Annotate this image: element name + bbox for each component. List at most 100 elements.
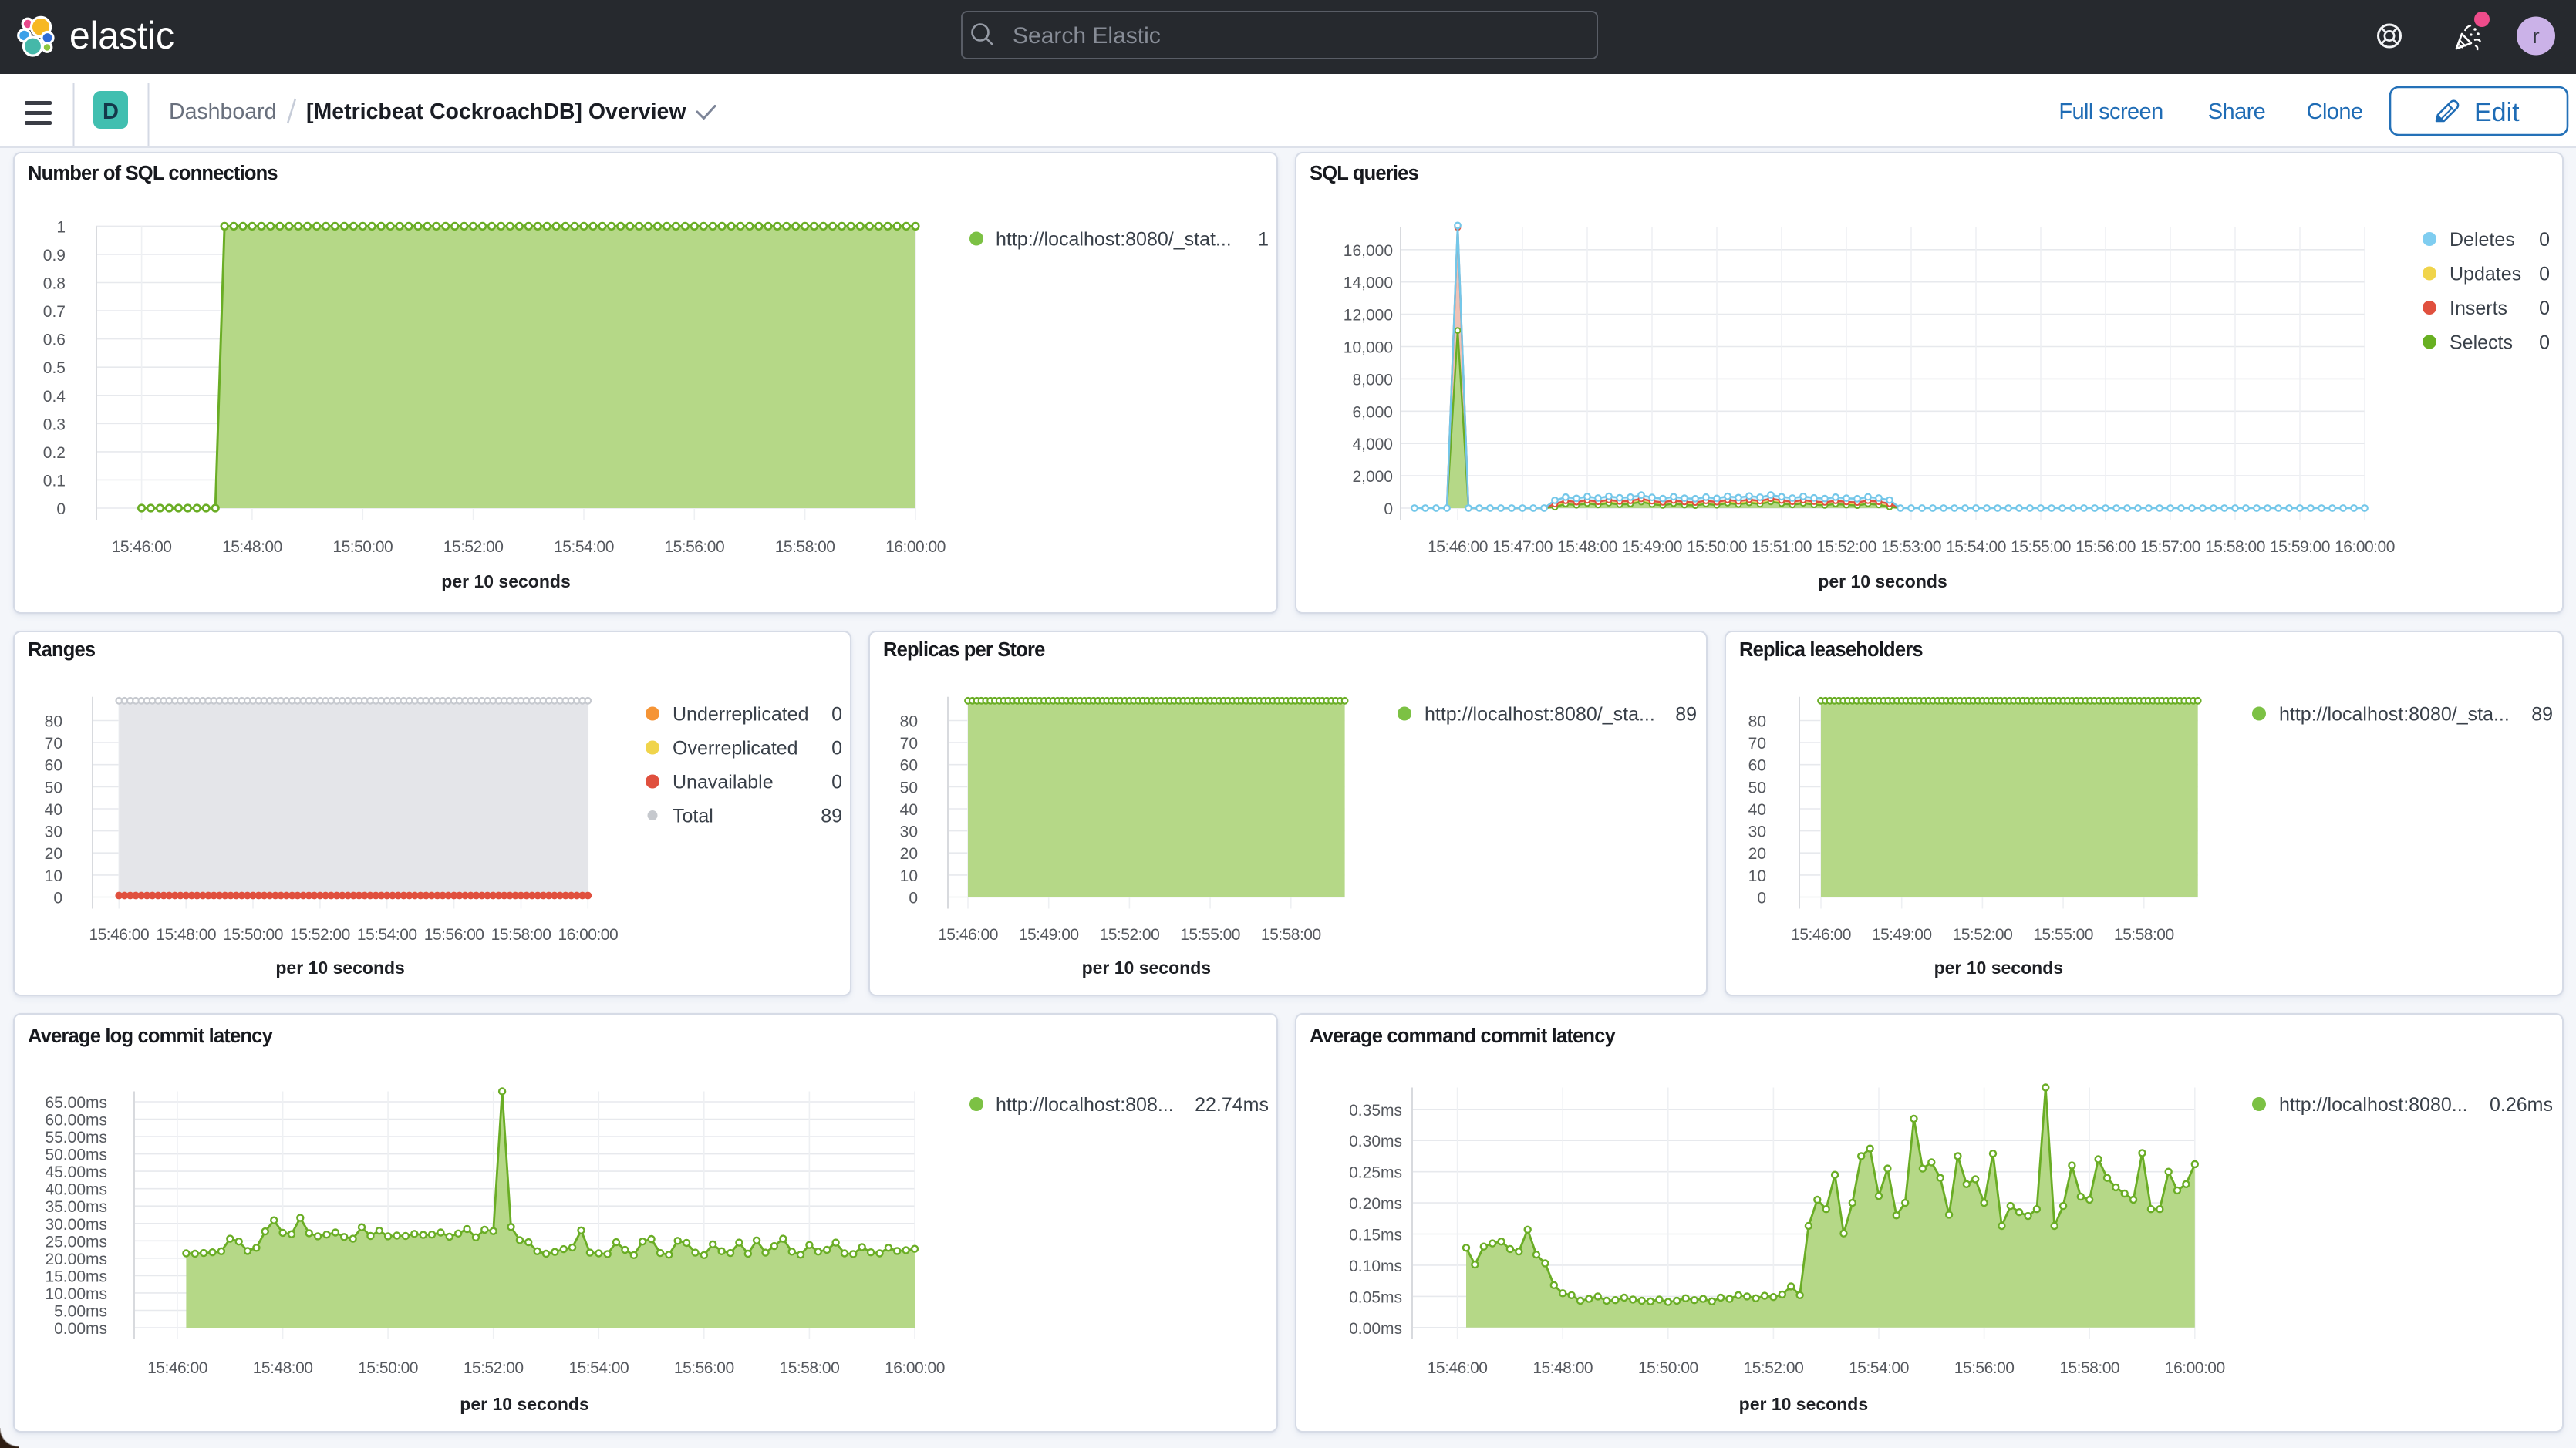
svg-text:0.3: 0.3 <box>43 416 66 433</box>
svg-text:per 10 seconds: per 10 seconds <box>1739 1394 1868 1414</box>
svg-text:16,000: 16,000 <box>1344 242 1393 260</box>
svg-text:0.15ms: 0.15ms <box>1349 1227 1402 1244</box>
svg-text:20: 20 <box>45 845 62 863</box>
svg-text:0: 0 <box>909 890 918 908</box>
svg-text:10,000: 10,000 <box>1344 339 1393 357</box>
svg-text:0.1: 0.1 <box>43 472 66 490</box>
svg-text:Inserts: Inserts <box>2450 298 2507 319</box>
svg-text:80: 80 <box>45 713 62 731</box>
svg-text:15:48:00: 15:48:00 <box>1557 538 1617 556</box>
svg-text:per 10 seconds: per 10 seconds <box>275 958 404 978</box>
svg-text:40: 40 <box>900 801 918 819</box>
svg-text:15:58:00: 15:58:00 <box>2205 538 2265 556</box>
svg-text:per 10 seconds: per 10 seconds <box>1082 958 1211 978</box>
svg-text:per 10 seconds: per 10 seconds <box>460 1394 588 1414</box>
svg-text:40: 40 <box>45 801 62 819</box>
svg-text:15:59:00: 15:59:00 <box>2270 538 2330 556</box>
svg-text:70: 70 <box>900 735 918 753</box>
svg-text:[Metricbeat CockroachDB] Overv: [Metricbeat CockroachDB] Overview <box>306 99 686 124</box>
svg-text:50: 50 <box>900 779 918 796</box>
svg-text:0.00ms: 0.00ms <box>54 1320 107 1338</box>
svg-text:0.00ms: 0.00ms <box>1349 1320 1402 1338</box>
svg-text:20.00ms: 20.00ms <box>45 1251 107 1268</box>
svg-text:Average command commit latency: Average command commit latency <box>1310 1025 1617 1047</box>
svg-text:89: 89 <box>2531 704 2553 726</box>
svg-text:15:46:00: 15:46:00 <box>147 1359 207 1377</box>
svg-text:55.00ms: 55.00ms <box>45 1129 107 1147</box>
svg-text:8,000: 8,000 <box>1352 371 1393 389</box>
svg-text:0.4: 0.4 <box>43 388 66 406</box>
svg-text:15:54:00: 15:54:00 <box>554 538 614 556</box>
svg-text:89: 89 <box>821 806 842 827</box>
svg-text:Deletes: Deletes <box>2450 229 2515 251</box>
svg-text:0: 0 <box>1384 500 1393 518</box>
svg-text:15:56:00: 15:56:00 <box>664 538 724 556</box>
svg-text:0.25ms: 0.25ms <box>1349 1164 1402 1182</box>
svg-text:16:00:00: 16:00:00 <box>558 926 618 944</box>
svg-text:15:50:00: 15:50:00 <box>1638 1359 1698 1377</box>
svg-text:15:46:00: 15:46:00 <box>1428 538 1488 556</box>
svg-text:0.7: 0.7 <box>43 303 66 321</box>
svg-text:per 10 seconds: per 10 seconds <box>1818 571 1947 591</box>
svg-text:10: 10 <box>1748 867 1766 885</box>
svg-text:15:48:00: 15:48:00 <box>1532 1359 1593 1377</box>
svg-text:Replicas per Store: Replicas per Store <box>883 639 1045 661</box>
svg-text:15:52:00: 15:52:00 <box>290 926 350 944</box>
svg-text:Share: Share <box>2208 99 2265 124</box>
svg-text:15:58:00: 15:58:00 <box>491 926 551 944</box>
svg-text:16:00:00: 16:00:00 <box>2165 1359 2225 1377</box>
svg-text:30.00ms: 30.00ms <box>45 1216 107 1234</box>
svg-text:0.6: 0.6 <box>43 332 66 349</box>
svg-text:http://localhost:808...: http://localhost:808... <box>996 1094 1174 1116</box>
svg-text:0: 0 <box>2539 298 2550 319</box>
svg-text:0: 0 <box>2539 332 2550 354</box>
svg-text:0.10ms: 0.10ms <box>1349 1258 1402 1275</box>
svg-text:D: D <box>103 99 119 124</box>
svg-text:15:55:00: 15:55:00 <box>1180 926 1240 944</box>
svg-text:Average log commit latency: Average log commit latency <box>28 1025 274 1047</box>
svg-text:Total: Total <box>673 806 713 827</box>
svg-text:15:48:00: 15:48:00 <box>156 926 216 944</box>
svg-text:15:46:00: 15:46:00 <box>1791 926 1851 944</box>
svg-text:Unavailable: Unavailable <box>673 772 774 793</box>
svg-text:15:46:00: 15:46:00 <box>89 926 149 944</box>
svg-text:SQL queries: SQL queries <box>1310 163 1419 184</box>
svg-text:15:48:00: 15:48:00 <box>253 1359 313 1377</box>
svg-text:60.00ms: 60.00ms <box>45 1112 107 1130</box>
svg-text:15:50:00: 15:50:00 <box>1687 538 1747 556</box>
svg-text:2,000: 2,000 <box>1352 468 1393 486</box>
svg-text:per 10 seconds: per 10 seconds <box>441 571 570 591</box>
svg-text:6,000: 6,000 <box>1352 403 1393 421</box>
svg-text:per 10 seconds: per 10 seconds <box>1934 958 2063 978</box>
svg-text:0: 0 <box>2539 264 2550 285</box>
svg-text:16:00:00: 16:00:00 <box>885 538 946 556</box>
svg-text:15:49:00: 15:49:00 <box>1622 538 1682 556</box>
svg-text:15:51:00: 15:51:00 <box>1752 538 1812 556</box>
svg-text:Full screen: Full screen <box>2058 99 2163 124</box>
svg-text:0.35ms: 0.35ms <box>1349 1102 1402 1120</box>
svg-text:http://localhost:8080/_stat...: http://localhost:8080/_stat... <box>996 229 1232 251</box>
svg-text:0.5: 0.5 <box>43 359 66 377</box>
svg-text:0.05ms: 0.05ms <box>1349 1288 1402 1306</box>
svg-text:0: 0 <box>831 738 842 759</box>
svg-text:15:48:00: 15:48:00 <box>222 538 282 556</box>
svg-text:Ranges: Ranges <box>28 639 96 661</box>
svg-text:16:00:00: 16:00:00 <box>885 1359 945 1377</box>
svg-text:15:56:00: 15:56:00 <box>674 1359 734 1377</box>
svg-text:0.2: 0.2 <box>43 444 66 462</box>
svg-text:15:52:00: 15:52:00 <box>443 538 504 556</box>
svg-text:r: r <box>2532 24 2539 48</box>
svg-text:16:00:00: 16:00:00 <box>2335 538 2395 556</box>
svg-text:15:56:00: 15:56:00 <box>1954 1359 2015 1377</box>
svg-text:15:49:00: 15:49:00 <box>1019 926 1079 944</box>
svg-text:15:58:00: 15:58:00 <box>780 1359 840 1377</box>
svg-text:15:47:00: 15:47:00 <box>1492 538 1553 556</box>
svg-text:15:58:00: 15:58:00 <box>2114 926 2174 944</box>
svg-text:0: 0 <box>2539 229 2550 251</box>
svg-text:80: 80 <box>1748 713 1766 731</box>
svg-text:50: 50 <box>45 779 62 796</box>
svg-text:http://localhost:8080/_sta...: http://localhost:8080/_sta... <box>1425 704 1655 726</box>
svg-text:http://localhost:8080...: http://localhost:8080... <box>2279 1094 2468 1116</box>
svg-text:Number of SQL connections: Number of SQL connections <box>28 163 278 184</box>
svg-text:15:55:00: 15:55:00 <box>2011 538 2071 556</box>
